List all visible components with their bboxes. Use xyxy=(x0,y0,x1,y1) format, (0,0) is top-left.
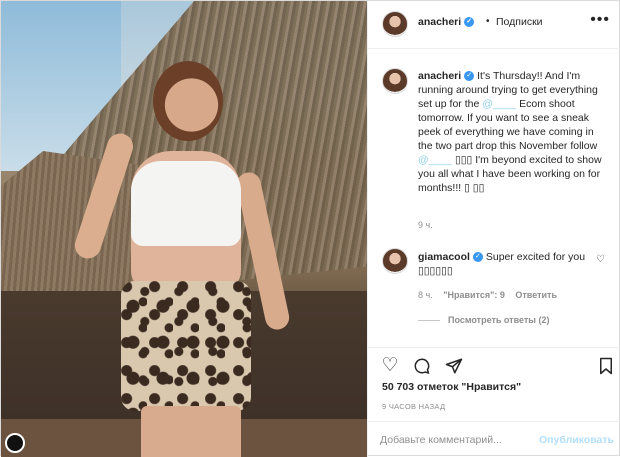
head xyxy=(153,61,223,141)
mention-link[interactable]: @‌____ xyxy=(418,154,452,166)
separator-dot: • xyxy=(486,16,490,27)
verified-icon: ✓ xyxy=(464,17,475,28)
caption-time[interactable]: 9 ч. xyxy=(418,220,433,230)
avatar[interactable] xyxy=(382,248,408,274)
heart-outline-icon[interactable]: ♡ xyxy=(596,254,605,265)
post-header: anacheri ✓ • Подписки ••• xyxy=(368,1,620,49)
caption-username[interactable]: anacheri xyxy=(418,70,461,82)
view-replies-button[interactable]: Посмотреть ответы (2) xyxy=(418,315,549,325)
heart-outline-icon[interactable]: ♡ xyxy=(378,354,402,378)
comments-section[interactable]: anacheri ✓ It's Thursday!! And I'm runnin… xyxy=(368,50,620,346)
post-comment-button[interactable]: Опубликовать xyxy=(539,434,614,446)
woman-figure xyxy=(71,61,292,457)
avatar[interactable] xyxy=(382,68,408,94)
verified-icon: ✓ xyxy=(472,252,483,263)
comment-input[interactable] xyxy=(380,431,530,449)
share-plane-icon[interactable] xyxy=(442,354,466,378)
add-comment-bar: Опубликовать xyxy=(368,421,620,457)
comment-text: giamacool ✓ Super excited for you ▯▯▯▯▯▯ xyxy=(418,250,588,278)
posted-time[interactable]: 9 ЧАСОВ НАЗАД xyxy=(382,402,445,411)
comment-bubble-icon[interactable] xyxy=(410,354,434,378)
following-button[interactable]: Подписки xyxy=(496,16,543,28)
leopard-shorts xyxy=(121,281,251,411)
post-window: anacheri ✓ • Подписки ••• anacheri ✓ It's … xyxy=(0,0,620,457)
comment-meta: 8 ч. "Нравится": 9 Ответить xyxy=(418,290,565,300)
post-photo[interactable] xyxy=(1,1,367,457)
comment-time[interactable]: 8 ч. xyxy=(418,290,433,300)
user-tag-icon[interactable] xyxy=(5,433,25,453)
likes-count[interactable]: 50 703 отметок "Нравится" xyxy=(382,381,521,393)
comment-username[interactable]: giamacool xyxy=(418,251,470,263)
reply-button[interactable]: Ответить xyxy=(515,290,557,300)
white-sports-top xyxy=(131,161,241,246)
more-dots-icon[interactable]: ••• xyxy=(590,11,610,29)
username-text: anacheri xyxy=(418,16,462,28)
avatar[interactable] xyxy=(382,11,408,37)
mention-link[interactable]: @‌‌____ xyxy=(482,98,516,110)
bookmark-icon[interactable] xyxy=(594,354,618,378)
comment-likes[interactable]: "Нравится": 9 xyxy=(443,290,505,300)
username-link[interactable]: anacheri ✓ xyxy=(418,16,475,28)
verified-icon: ✓ xyxy=(464,71,475,82)
caption-text: anacheri ✓ It's Thursday!! And I'm runnin… xyxy=(418,69,610,195)
legs xyxy=(141,406,241,457)
side-panel: anacheri ✓ • Подписки ••• anacheri ✓ It's … xyxy=(367,1,620,457)
